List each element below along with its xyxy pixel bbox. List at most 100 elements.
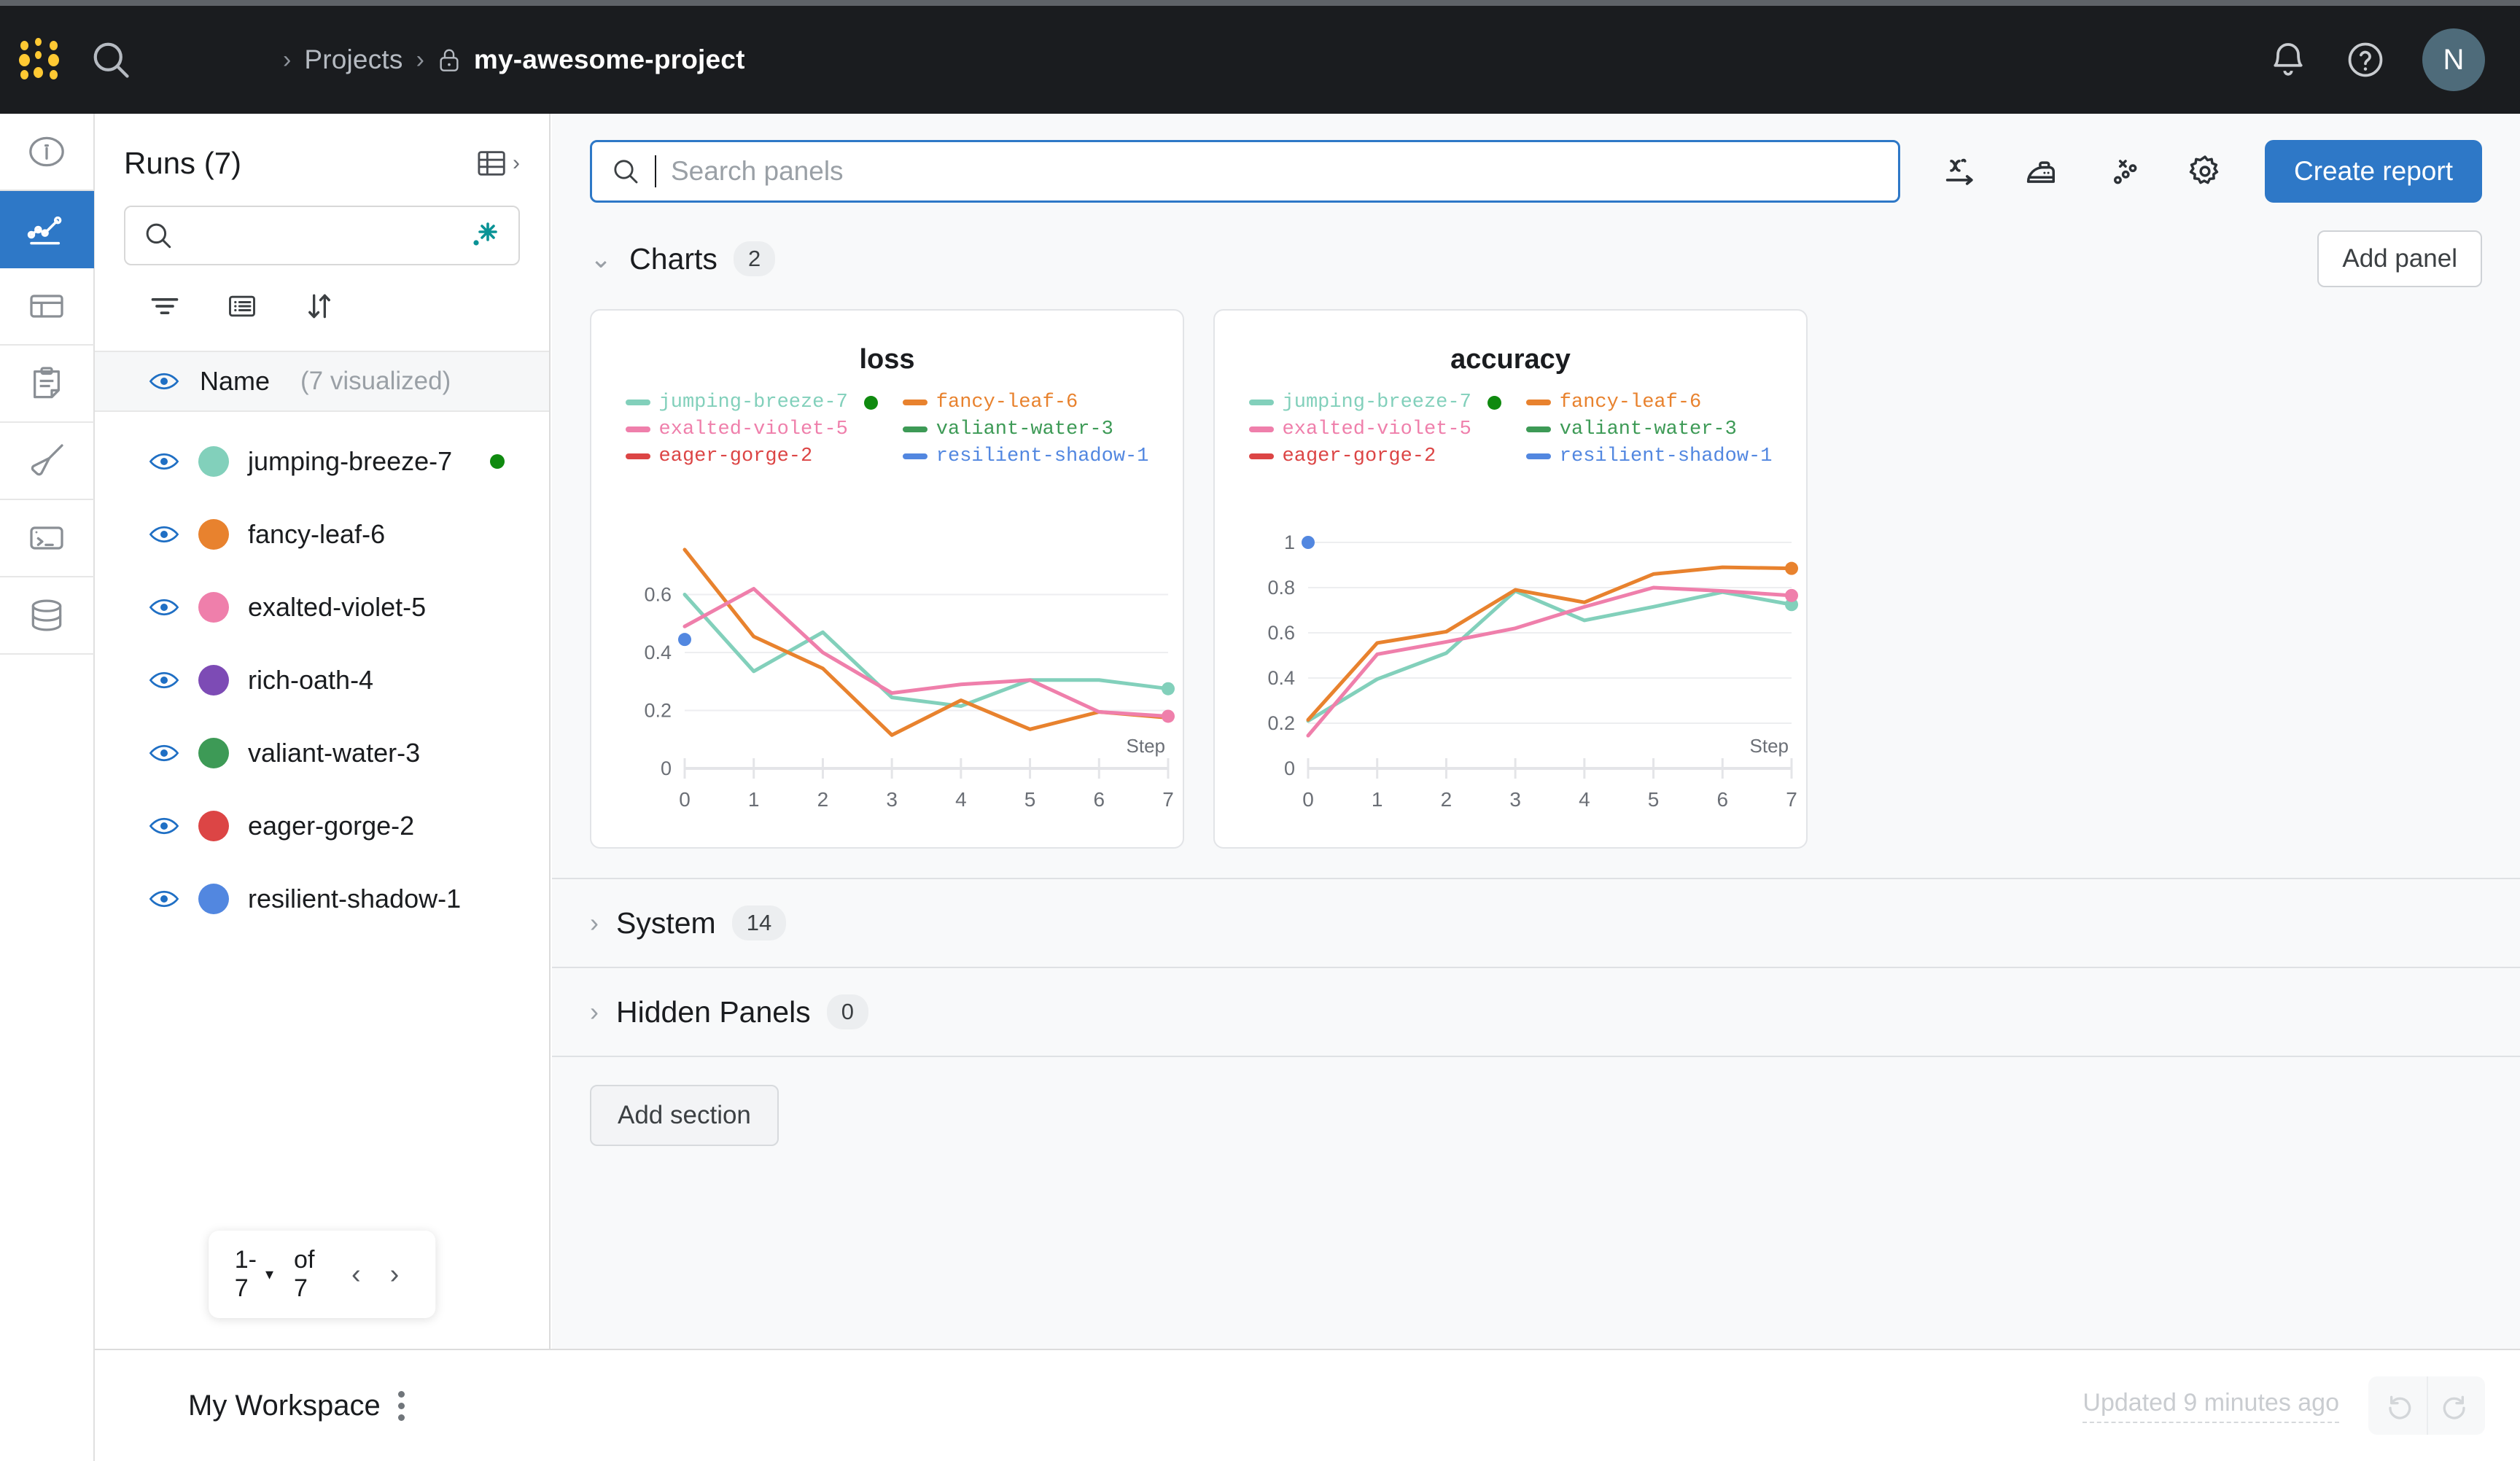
chevron-right-icon[interactable]: › — [590, 908, 599, 938]
more-vertical-icon[interactable] — [397, 1390, 405, 1421]
outliers-scatter-icon[interactable] — [2104, 152, 2142, 190]
section-title-charts[interactable]: Charts — [629, 242, 718, 276]
rail-item-runs-table[interactable] — [0, 268, 94, 346]
magic-sparkle-icon[interactable] — [466, 218, 501, 253]
svg-text:0.4: 0.4 — [1267, 667, 1295, 689]
legend-color-swatch — [902, 453, 928, 459]
run-name: rich-oath-4 — [248, 665, 374, 695]
redo-button[interactable] — [2427, 1376, 2485, 1435]
svg-text:Step: Step — [1127, 735, 1166, 757]
runs-name-header[interactable]: Name (7 visualized) — [95, 351, 549, 412]
bell-icon[interactable] — [2268, 39, 2309, 80]
sweeps-broom-icon — [31, 444, 63, 476]
settings-gear-icon[interactable] — [2186, 152, 2224, 190]
runs-table-expand-button[interactable]: › — [476, 148, 520, 179]
filter-button[interactable] — [149, 290, 181, 326]
run-list-item[interactable]: valiant-water-3 — [95, 717, 549, 790]
legend-color-swatch — [902, 400, 928, 405]
chart-svg: 0 0.2 0.4 0.6 0.8 1 0 1 2 3 4 5 6 7 Step — [1267, 531, 1798, 811]
sort-button[interactable] — [303, 290, 335, 326]
updated-timestamp[interactable]: Updated 9 minutes ago — [2082, 1389, 2339, 1423]
legend-item[interactable]: jumping-breeze-7 — [1248, 391, 1501, 413]
legend-item[interactable]: fancy-leaf-6 — [1525, 391, 1773, 413]
legend-item[interactable]: valiant-water-3 — [1525, 418, 1773, 440]
avatar[interactable]: N — [2422, 28, 2485, 91]
run-list-item[interactable]: resilient-shadow-1 — [95, 862, 549, 935]
breadcrumb-projects-link[interactable]: Projects — [304, 44, 402, 75]
eye-visible-icon[interactable] — [149, 742, 179, 764]
runs-toolbar — [95, 265, 549, 326]
search-icon — [614, 160, 638, 184]
pagination-caret-icon[interactable]: ▾ — [265, 1265, 273, 1284]
chart-plot-area[interactable]: 0 0.2 0.4 0.6 0 1 2 3 4 5 6 7 Step — [591, 529, 1186, 835]
svg-text:3: 3 — [886, 788, 898, 811]
chart-title: loss — [859, 344, 915, 375]
eye-visible-icon[interactable] — [149, 451, 179, 472]
chevron-right-icon[interactable]: › — [590, 997, 599, 1027]
chevron-down-icon[interactable]: ⌄ — [590, 244, 612, 274]
main-panel-area: Search panels Create report ⌄ Charts 2 A… — [552, 114, 2520, 1349]
eye-visible-icon[interactable] — [149, 815, 179, 837]
jobs-terminal-icon — [30, 526, 63, 550]
svg-text:0.2: 0.2 — [644, 700, 672, 722]
panels-toolbar: Search panels Create report — [552, 114, 2520, 203]
eye-visible-icon[interactable] — [149, 669, 179, 691]
legend-item[interactable]: eager-gorge-2 — [625, 445, 878, 467]
run-list-item[interactable]: eager-gorge-2 — [95, 790, 549, 862]
section-title-hidden-panels[interactable]: Hidden Panels — [616, 995, 811, 1029]
section-header-system[interactable]: › System 14 — [552, 879, 2520, 968]
svg-text:4: 4 — [1579, 788, 1590, 811]
legend-item[interactable]: valiant-water-3 — [902, 418, 1149, 440]
chart-plot-area[interactable]: 0 0.2 0.4 0.6 0.8 1 0 1 2 3 4 5 6 7 Step — [1215, 529, 1809, 835]
eye-visible-icon[interactable] — [149, 596, 179, 618]
undo-icon — [2389, 1395, 2411, 1419]
rail-item-artifacts[interactable] — [0, 577, 94, 655]
run-name: fancy-leaf-6 — [248, 519, 386, 549]
columns-button[interactable] — [226, 290, 258, 326]
section-title-system[interactable]: System — [616, 906, 716, 940]
rail-item-reports[interactable] — [0, 346, 94, 423]
sort-icon — [308, 294, 330, 319]
help-circle-icon[interactable] — [2345, 39, 2386, 80]
svg-text:4: 4 — [955, 788, 967, 811]
eye-visible-icon[interactable] — [149, 370, 179, 392]
wandb-logo[interactable] — [19, 36, 66, 83]
chart-panel[interactable]: accuracy jumping-breeze-7 fancy-leaf-6 exal… — [1213, 309, 1808, 849]
rail-item-sweeps[interactable] — [0, 423, 94, 500]
rail-item-info[interactable] — [0, 114, 94, 191]
pagination-next-button[interactable]: › — [380, 1259, 410, 1290]
x-axis-icon[interactable] — [1941, 152, 1979, 190]
run-list-item[interactable]: rich-oath-4 — [95, 644, 549, 717]
eye-visible-icon[interactable] — [149, 888, 179, 910]
breadcrumb-project-name[interactable]: my-awesome-project — [474, 44, 745, 75]
section-header-hidden-panels[interactable]: › Hidden Panels 0 — [552, 968, 2520, 1057]
search-icon[interactable] — [89, 38, 133, 82]
legend-item[interactable]: fancy-leaf-6 — [902, 391, 1149, 413]
rail-item-workspace[interactable] — [0, 191, 94, 268]
chart-panel[interactable]: loss jumping-breeze-7 fancy-leaf-6 exalted-… — [590, 309, 1184, 849]
svg-text:7: 7 — [1786, 788, 1797, 811]
legend-item[interactable]: jumping-breeze-7 — [625, 391, 878, 413]
legend-item[interactable]: resilient-shadow-1 — [902, 445, 1148, 467]
undo-button[interactable] — [2368, 1376, 2427, 1435]
runs-search-input[interactable] — [124, 206, 520, 265]
run-list-item[interactable]: exalted-violet-5 — [95, 571, 549, 644]
run-list-item[interactable]: jumping-breeze-7 — [95, 425, 549, 498]
workspace-name[interactable]: My Workspace — [188, 1390, 381, 1422]
legend-item[interactable]: exalted-violet-5 — [1248, 418, 1501, 440]
rail-item-jobs[interactable] — [0, 500, 94, 577]
pagination-range[interactable]: 1-7 — [235, 1246, 257, 1303]
add-panel-button[interactable]: Add panel — [2317, 230, 2482, 287]
svg-text:6: 6 — [1093, 788, 1105, 811]
create-report-button[interactable]: Create report — [2265, 140, 2482, 203]
legend-item[interactable]: eager-gorge-2 — [1248, 445, 1501, 467]
add-section-button[interactable]: Add section — [590, 1085, 779, 1146]
legend-item[interactable]: resilient-shadow-1 — [1525, 445, 1772, 467]
run-list-item[interactable]: fancy-leaf-6 — [95, 498, 549, 571]
run-name: jumping-breeze-7 — [248, 446, 453, 476]
eye-visible-icon[interactable] — [149, 523, 179, 545]
smoothing-iron-icon[interactable] — [2023, 152, 2061, 190]
search-panels-input[interactable]: Search panels — [590, 140, 1900, 203]
pagination-prev-button[interactable]: ‹ — [341, 1259, 371, 1290]
legend-item[interactable]: exalted-violet-5 — [625, 418, 878, 440]
